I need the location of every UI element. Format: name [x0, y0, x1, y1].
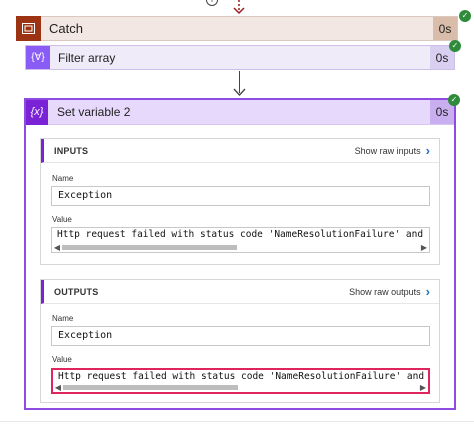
show-raw-outputs-label: Show raw outputs — [349, 286, 421, 297]
inputs-value-label: Value — [52, 215, 72, 224]
inputs-panel: INPUTS Show raw inputs › Name Exception … — [40, 138, 440, 265]
scroll-track[interactable] — [62, 245, 419, 250]
inputs-value-field[interactable]: Http request failed with status code 'Na… — [51, 227, 430, 253]
scroll-right-icon[interactable]: ▶ — [418, 383, 428, 392]
filter-success-check-icon: ✓ — [449, 40, 461, 52]
set-variable-label: Set variable 2 — [57, 105, 131, 119]
outputs-panel-header: OUTPUTS Show raw outputs › — [41, 280, 439, 304]
inputs-title: INPUTS — [54, 145, 89, 156]
scroll-thumb[interactable] — [63, 385, 238, 390]
scroll-thumb[interactable] — [62, 245, 237, 250]
filter-array-action-card[interactable]: {∀} Filter array 0s — [25, 45, 455, 70]
show-raw-inputs-label: Show raw inputs — [354, 145, 421, 156]
divider — [0, 421, 474, 422]
arrow-down-icon — [233, 88, 246, 96]
dashed-arrow-icon — [233, 0, 245, 15]
inputs-horizontal-scrollbar[interactable]: ◀ ▶ — [52, 243, 429, 252]
outputs-title: OUTPUTS — [54, 286, 99, 297]
catch-success-check-icon: ✓ — [459, 10, 471, 22]
filter-array-label: Filter array — [58, 50, 116, 65]
catch-action-card[interactable]: Catch 0s — [16, 15, 458, 41]
data-operation-icon: {∀} — [26, 46, 50, 69]
scroll-track[interactable] — [63, 385, 418, 390]
chevron-right-icon: › — [425, 283, 430, 299]
show-raw-inputs-link[interactable]: Show raw inputs › — [354, 142, 430, 158]
scope-icon — [16, 15, 41, 41]
outputs-panel: OUTPUTS Show raw outputs › Name Exceptio… — [40, 279, 440, 403]
outputs-value-field[interactable]: Http request failed with status code 'Na… — [51, 368, 430, 394]
inputs-name-label: Name — [52, 174, 74, 183]
catch-duration: 0s — [433, 17, 457, 40]
scroll-left-icon[interactable]: ◀ — [52, 243, 62, 252]
outputs-value-text: Http request failed with status code 'Na… — [58, 371, 430, 382]
scroll-left-icon[interactable]: ◀ — [53, 383, 63, 392]
inputs-panel-header: INPUTS Show raw inputs › — [41, 139, 439, 163]
set-variable-success-check-icon: ✓ — [448, 94, 460, 106]
outputs-name-label: Name — [52, 314, 74, 323]
outputs-value-label: Value — [52, 355, 72, 364]
inputs-name-field[interactable]: Exception — [51, 186, 430, 206]
set-variable-action-card[interactable]: {x} Set variable 2 0s INPUTS Show raw in… — [24, 98, 456, 410]
variable-icon: {x} — [26, 99, 48, 125]
show-raw-outputs-link[interactable]: Show raw outputs › — [349, 283, 430, 299]
chevron-right-icon: › — [425, 142, 430, 158]
outputs-name-field[interactable]: Exception — [51, 326, 430, 346]
info-icon[interactable]: i — [206, 0, 218, 6]
set-variable-header[interactable]: {x} Set variable 2 0s — [26, 99, 454, 125]
catch-label: Catch — [49, 21, 83, 36]
inputs-value-text: Http request failed with status code 'Na… — [57, 229, 430, 240]
outputs-horizontal-scrollbar[interactable]: ◀ ▶ — [53, 383, 428, 392]
scroll-right-icon[interactable]: ▶ — [419, 243, 429, 252]
